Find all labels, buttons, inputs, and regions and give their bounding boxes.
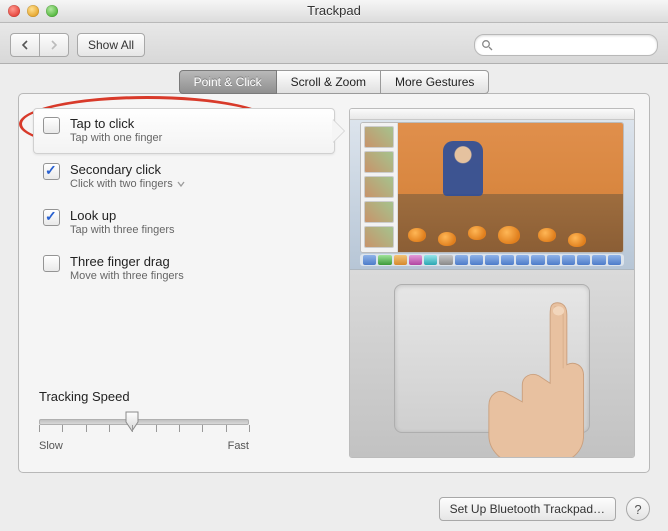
chevron-left-icon (21, 40, 29, 50)
slider-tick (179, 425, 180, 432)
gesture-preview-video (349, 108, 635, 458)
slider-end-labels: Slow Fast (39, 440, 249, 452)
setup-bluetooth-label: Set Up Bluetooth Trackpad… (450, 502, 605, 516)
nav-segmented-control (10, 33, 69, 57)
setup-bluetooth-trackpad-button[interactable]: Set Up Bluetooth Trackpad… (439, 497, 616, 521)
option-texts: Tap to click Tap with one finger (70, 116, 162, 146)
slider-min-label: Slow (39, 440, 63, 452)
show-all-label: Show All (88, 38, 134, 52)
option-texts: Three finger drag Move with three finger… (70, 254, 184, 284)
back-button[interactable] (10, 33, 39, 57)
tab-point-and-click[interactable]: Point & Click (179, 70, 277, 94)
window-title: Trackpad (0, 3, 668, 18)
option-tap-to-click[interactable]: Tap to click Tap with one finger (33, 108, 335, 154)
slider-tick (86, 425, 87, 432)
search-input[interactable] (497, 37, 651, 53)
option-three-finger-drag[interactable]: Three finger drag Move with three finger… (33, 246, 335, 292)
option-checkbox[interactable] (43, 209, 60, 226)
show-all-button[interactable]: Show All (77, 33, 145, 57)
slider-tick (109, 425, 110, 432)
settings-panel: Tap to click Tap with one finger Seconda… (18, 93, 650, 473)
hand-icon (474, 296, 604, 458)
chevron-right-icon (50, 40, 58, 50)
option-subtitle: Tap with three fingers (70, 224, 175, 238)
option-title: Tap to click (70, 116, 162, 132)
options-column: Tap to click Tap with one finger Seconda… (33, 108, 335, 458)
help-icon: ? (634, 502, 641, 517)
tab-scroll-and-zoom[interactable]: Scroll & Zoom (277, 70, 381, 94)
option-title: Look up (70, 208, 175, 224)
preview-app-window (360, 122, 624, 253)
slider-max-label: Fast (228, 440, 249, 452)
tab-label: More Gestures (395, 75, 474, 89)
option-texts: Secondary click Click with two fingers (70, 162, 185, 192)
tab-bar: Point & Click Scroll & Zoom More Gesture… (18, 70, 650, 94)
forward-button[interactable] (39, 33, 69, 57)
preview-column (349, 108, 635, 458)
option-secondary-click[interactable]: Secondary click Click with two fingers (33, 154, 335, 200)
tracking-speed-label: Tracking Speed (39, 389, 249, 404)
chevron-down-icon (177, 178, 185, 192)
slider-tick (156, 425, 157, 432)
tab-more-gestures[interactable]: More Gestures (381, 70, 489, 94)
option-texts: Look up Tap with three fingers (70, 208, 175, 238)
option-checkbox[interactable] (43, 163, 60, 180)
option-title: Three finger drag (70, 254, 184, 270)
slider-track (39, 419, 249, 425)
option-subtitle[interactable]: Click with two fingers (70, 178, 185, 192)
preview-desktop (350, 109, 634, 270)
preview-thumbnails (361, 123, 398, 252)
tracking-speed-group: Tracking Speed (33, 389, 255, 458)
option-subtitle: Move with three fingers (70, 270, 184, 284)
search-field[interactable] (474, 34, 658, 56)
option-subtitle-text: Click with two fingers (70, 178, 173, 192)
gesture-option-list: Tap to click Tap with one finger Seconda… (33, 108, 335, 292)
tab-label: Point & Click (194, 75, 262, 89)
option-checkbox[interactable] (43, 117, 60, 134)
tab-label: Scroll & Zoom (291, 75, 366, 89)
option-title: Secondary click (70, 162, 185, 178)
help-button[interactable]: ? (626, 497, 650, 521)
slider-tick (202, 425, 203, 432)
titlebar: Trackpad (0, 0, 668, 23)
preview-menubar (350, 109, 634, 120)
option-subtitle: Tap with one finger (70, 132, 162, 146)
content-area: Point & Click Scroll & Zoom More Gesture… (0, 58, 668, 531)
tracking-speed-slider[interactable] (39, 412, 249, 432)
slider-tick (132, 425, 133, 432)
preview-photo (398, 123, 623, 252)
system-preferences-window: Trackpad Show All (0, 0, 668, 531)
slider-tick (249, 425, 250, 432)
option-checkbox[interactable] (43, 255, 60, 272)
option-look-up[interactable]: Look up Tap with three fingers (33, 200, 335, 246)
preview-trackpad (350, 270, 634, 457)
search-icon (481, 39, 493, 51)
bottom-bar: Set Up Bluetooth Trackpad… ? (18, 497, 650, 521)
slider-tick (226, 425, 227, 432)
slider-tick (39, 425, 40, 432)
preview-dock (360, 254, 624, 266)
slider-tick (62, 425, 63, 432)
